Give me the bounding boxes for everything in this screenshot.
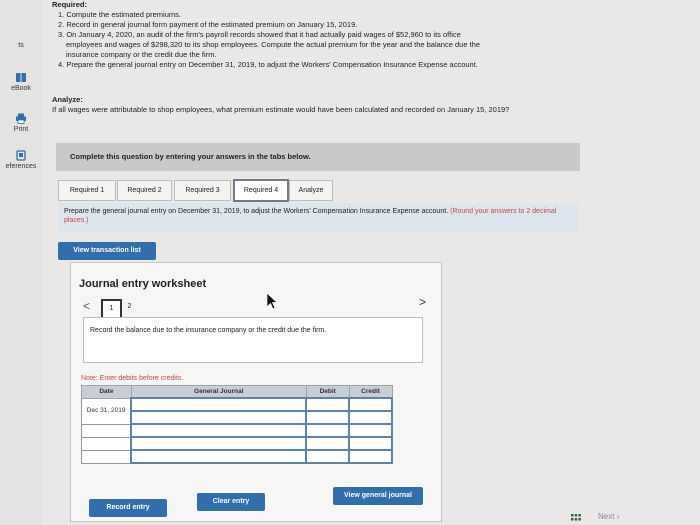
- sidebar-item-ebook[interactable]: eBook: [0, 72, 42, 92]
- table-row: [81, 436, 393, 451]
- sidebar-item-label: eferences: [5, 163, 37, 170]
- debit-input[interactable]: [305, 436, 351, 451]
- date-cell-empty: [81, 436, 132, 451]
- credit-input[interactable]: [348, 397, 393, 412]
- printer-icon: [16, 113, 26, 124]
- column-header-debit: Debit: [305, 385, 350, 399]
- column-header-date: Date: [81, 385, 132, 399]
- tab-required-1[interactable]: Required 1: [58, 180, 116, 201]
- credit-input[interactable]: [348, 449, 393, 464]
- worksheet-description: Record the balance due to the insurance …: [83, 317, 423, 363]
- date-cell-empty: [81, 423, 132, 438]
- clear-entry-button[interactable]: Clear entry: [197, 493, 265, 511]
- debit-input[interactable]: [305, 423, 351, 438]
- next-button[interactable]: Next ›: [598, 512, 619, 521]
- instruction-text: Prepare the general journal entry on Dec…: [64, 208, 449, 215]
- tab-required-4[interactable]: Required 4: [233, 179, 289, 202]
- sidebar-item-references[interactable]: eferences: [0, 150, 42, 170]
- view-general-journal-button[interactable]: View general journal: [333, 487, 423, 505]
- credit-input[interactable]: [348, 423, 393, 438]
- mouse-cursor-icon: [266, 292, 278, 310]
- instruction-box: Prepare the general journal entry on Dec…: [58, 203, 578, 233]
- journal-table: Date General Journal Debit Credit Dec 31…: [81, 385, 393, 464]
- view-transaction-list-button[interactable]: View transaction list: [58, 242, 156, 260]
- sidebar-item-label: eBook: [11, 85, 31, 92]
- instructions-banner: Complete this question by entering your …: [56, 143, 580, 171]
- chevron-right-icon: ›: [616, 512, 620, 521]
- table-row: [81, 449, 393, 464]
- sidebar-item-label: Print: [13, 126, 29, 133]
- required-item-4: 4. Prepare the general journal entry on …: [58, 60, 478, 69]
- page-button-1[interactable]: 1: [101, 299, 122, 319]
- prev-page-button[interactable]: <: [83, 299, 90, 313]
- account-input[interactable]: [130, 436, 308, 451]
- record-entry-button[interactable]: Record entry: [89, 499, 167, 517]
- required-item-3: 3. On January 4, 2020, an audit of the f…: [58, 30, 461, 39]
- sidebar-top-label: ts: [18, 42, 24, 49]
- account-input[interactable]: [130, 449, 308, 464]
- date-cell-empty: [81, 449, 132, 464]
- grid-icon[interactable]: [571, 514, 581, 522]
- tab-required-3[interactable]: Required 3: [174, 180, 231, 201]
- table-row: [81, 423, 393, 438]
- required-item-1: 1. Compute the estimated premiums.: [58, 10, 181, 19]
- column-header-general-journal: General Journal: [130, 385, 307, 399]
- analyze-text: If all wages were attributable to shop e…: [52, 105, 510, 114]
- journal-header-row: Date General Journal Debit Credit: [81, 385, 393, 399]
- analyze-section: Analyze: If all wages were attributable …: [52, 95, 572, 115]
- required-item-3-cont2: insurance company or the credit due the …: [66, 50, 217, 59]
- next-page-button[interactable]: >: [419, 295, 426, 309]
- account-input[interactable]: [130, 397, 308, 412]
- worksheet-description-text: Record the balance due to the insurance …: [90, 327, 327, 334]
- book-icon: [16, 73, 26, 82]
- journal-entry-worksheet: Journal entry worksheet < 1 2 > Record t…: [70, 262, 442, 522]
- account-input[interactable]: [130, 423, 308, 438]
- worksheet-title: Journal entry worksheet: [79, 278, 207, 290]
- required-item-2: 2. Record in general journal form paymen…: [58, 20, 358, 29]
- credit-input[interactable]: [348, 410, 393, 425]
- debit-input[interactable]: [305, 410, 351, 425]
- next-button-label: Next: [598, 512, 615, 521]
- credit-input[interactable]: [348, 436, 393, 451]
- page-button-2[interactable]: 2: [121, 299, 138, 315]
- table-row: Dec 31, 2019: [81, 397, 393, 425]
- debits-note: Note: Enter debits before credits.: [81, 375, 184, 382]
- account-input[interactable]: [130, 410, 308, 425]
- banner-text: Complete this question by entering your …: [70, 152, 311, 161]
- column-header-credit: Credit: [348, 385, 393, 399]
- tab-analyze[interactable]: Analyze: [289, 180, 333, 201]
- required-item-3-cont: employees and wages of $298,320 to its s…: [66, 40, 481, 49]
- debit-input[interactable]: [305, 449, 351, 464]
- sidebar-item-print[interactable]: Print: [0, 113, 42, 133]
- analyze-title: Analyze:: [52, 95, 83, 104]
- required-section: Required: 1. Compute the estimated premi…: [52, 0, 582, 70]
- debit-input[interactable]: [305, 397, 351, 412]
- required-title: Required:: [52, 0, 88, 9]
- references-icon: [16, 150, 26, 161]
- tab-required-2[interactable]: Required 2: [117, 180, 172, 201]
- sidebar: ts eBook Print eferences: [0, 0, 42, 525]
- date-cell: Dec 31, 2019: [81, 397, 132, 425]
